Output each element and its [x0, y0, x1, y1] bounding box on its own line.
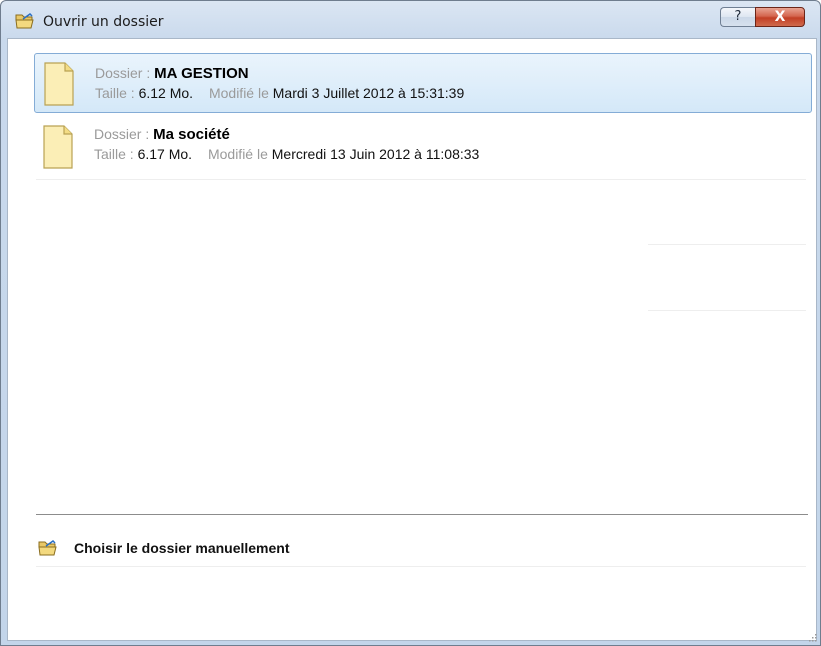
folder-title-line: Dossier : Ma société [94, 126, 230, 143]
help-button[interactable]: ? [720, 7, 755, 27]
choose-folder-manually-label: Choisir le dossier manuellement [74, 540, 290, 556]
folder-details-line: Taille : 6.12 Mo. Modifié le Mardi 3 Jui… [95, 85, 476, 101]
folder-title-line: Dossier : MA GESTION [95, 65, 249, 82]
folder-details-line: Taille : 6.17 Mo. Modifié le Mercredi 13… [94, 146, 491, 162]
modifie-label: Modifié le [208, 85, 269, 101]
folder-name: MA GESTION [154, 65, 249, 82]
folder-item-ma-gestion[interactable]: Dossier : MA GESTION Taille : 6.12 Mo. M… [34, 53, 812, 113]
choose-folder-manually-link[interactable]: Choisir le dossier manuellement [36, 534, 806, 566]
folder-size: 6.12 Mo. [138, 85, 194, 101]
document-icon [43, 125, 73, 169]
title-bar[interactable]: Ouvrir un dossier ? X [1, 1, 820, 41]
help-icon: ? [734, 9, 742, 24]
document-icon [44, 62, 74, 106]
modifie-label: Modifié le [207, 146, 268, 162]
row-separator [648, 244, 806, 245]
folder-size: 6.17 Mo. [137, 146, 193, 162]
folder-modified: Mardi 3 Juillet 2012 à 15:31:39 [272, 85, 465, 101]
dossier-label: Dossier : [95, 65, 151, 81]
taille-label: Taille : [94, 146, 134, 162]
window-title: Ouvrir un dossier [43, 14, 164, 30]
open-folder-icon [38, 540, 57, 556]
folder-modified: Mercredi 13 Juin 2012 à 11:08:33 [271, 146, 480, 162]
folder-name: Ma société [153, 126, 230, 143]
taille-label: Taille : [95, 85, 135, 101]
row-separator [36, 566, 806, 567]
resize-grip-icon[interactable] [807, 632, 817, 642]
close-icon: X [774, 9, 786, 25]
close-button[interactable]: X [755, 7, 805, 27]
row-separator [36, 179, 806, 180]
section-divider [36, 514, 808, 515]
dossier-label: Dossier : [94, 126, 150, 142]
row-separator [648, 310, 806, 311]
folder-item-ma-societe[interactable]: Dossier : Ma société Taille : 6.17 Mo. M… [34, 117, 812, 177]
open-folder-icon [15, 13, 34, 29]
